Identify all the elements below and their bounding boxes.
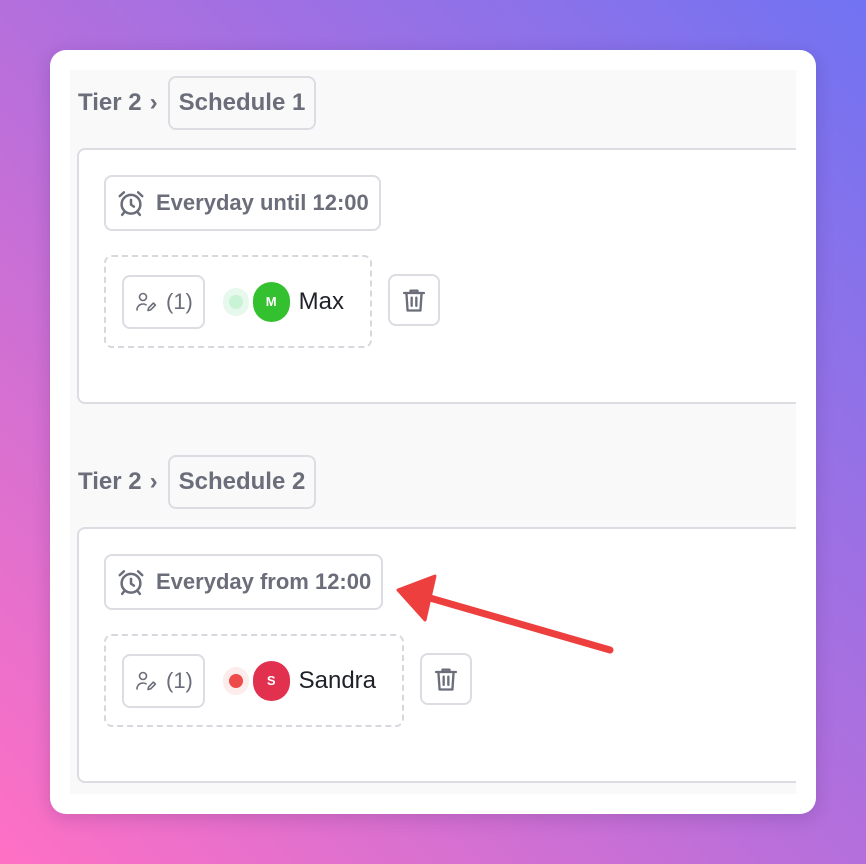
- member-count: (1): [166, 288, 193, 314]
- rule-time-label: Everyday until 12:00: [156, 190, 369, 215]
- schedule-name-button[interactable]: Schedule 1: [167, 76, 317, 130]
- rule-time-button[interactable]: Everyday from 12:00: [104, 554, 384, 610]
- schedules-panel: Tier 2 › Schedule 1 Everyday until 12:00: [70, 70, 796, 794]
- status-indicator: [222, 666, 249, 695]
- members-group: (1) M Max: [104, 255, 372, 348]
- avatar: S: [252, 660, 290, 701]
- edit-members-button[interactable]: (1): [122, 274, 205, 329]
- schedule-name-button[interactable]: Schedule 2: [167, 455, 317, 509]
- avatar: M: [252, 281, 290, 322]
- breadcrumb-separator: ›: [149, 89, 158, 116]
- rule-time-button[interactable]: Everyday until 12:00: [104, 175, 381, 231]
- tier-label: Tier 2: [78, 89, 142, 116]
- trash-icon: [402, 289, 426, 312]
- delete-button[interactable]: [420, 653, 472, 705]
- user-edit-icon: [136, 292, 157, 311]
- members-group: (1) S Sandra: [104, 634, 404, 727]
- schedule-rule-box: Everyday until 12:00 (1) M Max: [77, 148, 796, 404]
- trash-icon: [434, 668, 458, 691]
- schedule-card: Tier 2 › Schedule 1 Everyday until 12:00: [50, 50, 816, 814]
- rule-time-label: Everyday from 12:00: [156, 569, 372, 594]
- member-count: (1): [166, 667, 193, 693]
- delete-button[interactable]: [388, 274, 440, 326]
- user-edit-icon: [136, 671, 157, 690]
- schedule-rule-box: Everyday from 12:00 (1) S Sandra: [77, 527, 796, 783]
- schedule-header: Tier 2 › Schedule 1: [78, 74, 317, 132]
- member-name: Max: [298, 287, 344, 315]
- member-name: Sandra: [298, 666, 376, 694]
- edit-members-button[interactable]: (1): [122, 653, 205, 708]
- breadcrumb-separator: ›: [149, 468, 158, 495]
- tier-label: Tier 2: [78, 468, 142, 495]
- status-dot: [228, 294, 243, 309]
- status-indicator: [222, 287, 249, 316]
- schedule-header: Tier 2 › Schedule 2: [78, 453, 317, 511]
- alarm-clock-icon: [118, 570, 144, 596]
- status-dot: [228, 673, 243, 688]
- alarm-clock-icon: [118, 191, 144, 217]
